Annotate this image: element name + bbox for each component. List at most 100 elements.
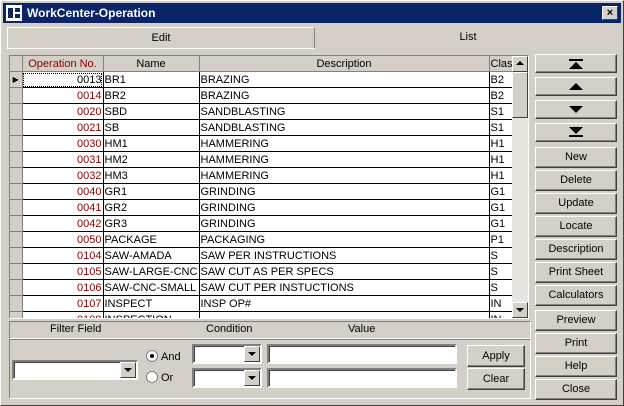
- or-radio[interactable]: Or: [146, 371, 173, 384]
- filter-field-select[interactable]: [12, 360, 138, 380]
- cell-operation-no[interactable]: 0050: [22, 231, 104, 248]
- last-record-button[interactable]: [535, 123, 617, 142]
- table-row[interactable]: 0041 GR2 GRINDING G1: [10, 199, 520, 216]
- cell-name[interactable]: SAW-LARGE-CNC: [103, 263, 200, 280]
- cell-name[interactable]: SAW-AMADA: [103, 247, 200, 264]
- cell-description[interactable]: GRINDING: [199, 183, 490, 200]
- column-header-name[interactable]: Name: [103, 56, 200, 72]
- title-bar[interactable]: WorkCenter-Operation ×: [3, 3, 621, 23]
- delete-button[interactable]: Delete: [535, 170, 617, 191]
- cell-name[interactable]: GR1: [103, 183, 200, 200]
- cell-description[interactable]: GRINDING: [199, 199, 490, 216]
- table-row[interactable]: 0108INSPECTIONIN: [10, 311, 520, 318]
- apply-button[interactable]: Apply: [467, 345, 525, 367]
- table-row[interactable]: 0030 HM1 HAMMERING H1: [10, 135, 520, 152]
- cell-description[interactable]: BRAZING: [199, 71, 490, 88]
- cell-name[interactable]: HM2: [103, 151, 200, 168]
- calculators-button[interactable]: Calculators: [535, 285, 617, 306]
- cell-name[interactable]: GR3: [103, 215, 200, 232]
- cell-operation-no[interactable]: 0041: [22, 199, 104, 216]
- close-button[interactable]: Close: [535, 379, 617, 400]
- condition-2-dropdown-button[interactable]: [244, 370, 260, 386]
- table-row[interactable]: 0032 HM3 HAMMERING H1: [10, 167, 520, 184]
- cell-operation-no[interactable]: 0032: [22, 167, 104, 184]
- print-button[interactable]: Print: [535, 333, 617, 354]
- cell-description[interactable]: HAMMERING: [199, 151, 490, 168]
- cell-name[interactable]: BR2: [103, 87, 200, 104]
- tab-edit[interactable]: Edit: [7, 27, 315, 48]
- cell-operation-no[interactable]: 0042: [22, 215, 104, 232]
- previous-record-button[interactable]: [535, 77, 617, 96]
- cell-name[interactable]: BR1: [103, 71, 200, 88]
- condition-1-dropdown-button[interactable]: [244, 346, 260, 362]
- new-button[interactable]: New: [535, 147, 617, 168]
- help-button[interactable]: Help: [535, 356, 617, 377]
- locate-button[interactable]: Locate: [535, 216, 617, 237]
- cell-operation-no[interactable]: 0021: [22, 119, 104, 136]
- close-window-button[interactable]: ×: [602, 6, 618, 20]
- cell-description[interactable]: SAW PER INSTRUCTIONS: [199, 247, 490, 264]
- and-radio[interactable]: And: [146, 350, 181, 363]
- column-header-operation-no[interactable]: Operation No.: [22, 56, 104, 72]
- cell-name[interactable]: HM1: [103, 135, 200, 152]
- table-row[interactable]: 0042 GR3 GRINDING G1: [10, 215, 520, 232]
- cell-description[interactable]: GRINDING: [199, 215, 490, 232]
- tab-list[interactable]: List: [315, 27, 621, 47]
- table-row[interactable]: 0040 GR1 GRINDING G1: [10, 183, 520, 200]
- next-record-button[interactable]: [535, 100, 617, 119]
- cell-operation-no[interactable]: 0040: [22, 183, 104, 200]
- cell-description[interactable]: [199, 311, 490, 318]
- clear-button[interactable]: Clear: [467, 368, 525, 390]
- scroll-up-button[interactable]: [512, 56, 528, 72]
- preview-button[interactable]: Preview: [535, 310, 617, 331]
- column-header-description[interactable]: Description: [199, 56, 490, 72]
- cell-operation-no[interactable]: 0014: [22, 87, 104, 104]
- cell-description[interactable]: SANDBLASTING: [199, 103, 490, 120]
- cell-description[interactable]: SANDBLASTING: [199, 119, 490, 136]
- update-button[interactable]: Update: [535, 193, 617, 214]
- cell-name[interactable]: PACKAGE: [103, 231, 200, 248]
- table-row[interactable]: 0105 SAW-LARGE-CNC SAW CUT AS PER SPECS S: [10, 263, 520, 280]
- table-row[interactable]: ▶ 0013 BR1 BRAZING B2: [10, 71, 520, 88]
- cell-name[interactable]: INSPECT: [103, 295, 200, 312]
- condition-select-1[interactable]: [192, 344, 262, 364]
- cell-description[interactable]: BRAZING: [199, 87, 490, 104]
- cell-name[interactable]: SAW-CNC-SMALL: [103, 279, 200, 296]
- cell-operation-no[interactable]: 0108: [22, 311, 104, 318]
- operations-grid[interactable]: Operation No. Name Description Class ▶ 00…: [9, 55, 529, 319]
- scroll-thumb[interactable]: [512, 72, 528, 118]
- cell-operation-no[interactable]: 0013: [22, 71, 104, 88]
- cell-description[interactable]: HAMMERING: [199, 135, 490, 152]
- cell-name[interactable]: HM3: [103, 167, 200, 184]
- cell-name[interactable]: SB: [103, 119, 200, 136]
- cell-description[interactable]: SAW CUT PER INSTUCTIONS: [199, 279, 490, 296]
- cell-operation-no[interactable]: 0104: [22, 247, 104, 264]
- print-sheet-button[interactable]: Print Sheet: [535, 262, 617, 283]
- cell-description[interactable]: HAMMERING: [199, 167, 490, 184]
- cell-operation-no[interactable]: 0020: [22, 103, 104, 120]
- cell-name[interactable]: GR2: [103, 199, 200, 216]
- table-row[interactable]: 0021 SB SANDBLASTING S1: [10, 119, 520, 136]
- cell-operation-no[interactable]: 0106: [22, 279, 104, 296]
- table-row[interactable]: 0020 SBD SANDBLASTING S1: [10, 103, 520, 120]
- cell-name[interactable]: SBD: [103, 103, 200, 120]
- table-row[interactable]: 0104 SAW-AMADA SAW PER INSTRUCTIONS S: [10, 247, 520, 264]
- condition-select-2[interactable]: [192, 368, 262, 388]
- scroll-down-button[interactable]: [512, 302, 528, 318]
- filter-field-dropdown-button[interactable]: [120, 362, 136, 378]
- table-row[interactable]: 0106 SAW-CNC-SMALL SAW CUT PER INSTUCTIONS…: [10, 279, 520, 296]
- cell-name[interactable]: INSPECTION: [103, 311, 200, 318]
- table-row[interactable]: 0031 HM2 HAMMERING H1: [10, 151, 520, 168]
- cell-operation-no[interactable]: 0107: [22, 295, 104, 312]
- cell-operation-no[interactable]: 0030: [22, 135, 104, 152]
- table-row[interactable]: 0107 INSPECT INSP OP# IN: [10, 295, 520, 312]
- grid-vertical-scrollbar[interactable]: [512, 56, 528, 318]
- cell-description[interactable]: SAW CUT AS PER SPECS: [199, 263, 490, 280]
- value-input-2[interactable]: [267, 368, 457, 388]
- value-input-1[interactable]: [267, 344, 457, 364]
- cell-description[interactable]: PACKAGING: [199, 231, 490, 248]
- cell-description[interactable]: INSP OP#: [199, 295, 490, 312]
- first-record-button[interactable]: [535, 54, 617, 73]
- table-row[interactable]: 0050 PACKAGE PACKAGING P1: [10, 231, 520, 248]
- description-button[interactable]: Description: [535, 239, 617, 260]
